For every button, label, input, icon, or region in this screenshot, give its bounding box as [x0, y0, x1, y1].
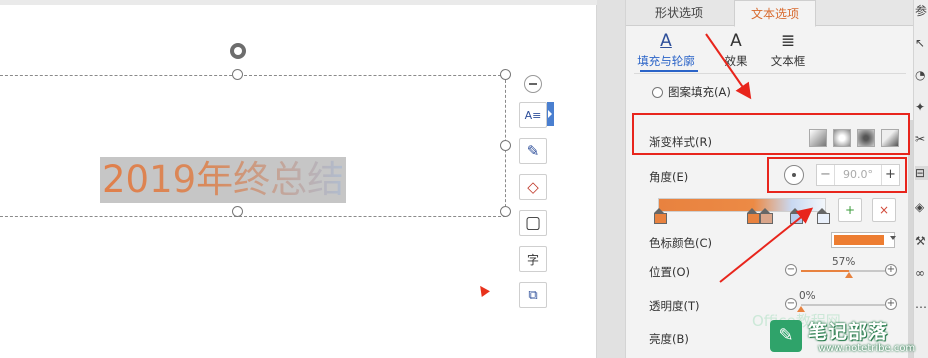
char-spacing-button[interactable]: 字: [519, 246, 547, 272]
animation-icon[interactable]: ✦: [915, 100, 928, 114]
pen-icon: ✎: [526, 142, 540, 160]
cube-icon[interactable]: ◈: [915, 200, 928, 214]
transparency-value: 0%: [799, 290, 816, 302]
fill-icon: ◇: [527, 178, 539, 196]
delete-gradient-stop-button[interactable]: ×: [872, 198, 896, 222]
watermark-site: www.notetribe.com: [818, 343, 916, 354]
text-fill-icon: A: [660, 31, 672, 51]
delete-stop-icon: ×: [878, 203, 890, 217]
transparency-label: 透明度(T): [649, 299, 700, 313]
shape-icon[interactable]: ◔: [915, 68, 928, 82]
transparency-slider-track[interactable]: [801, 304, 885, 306]
cut-icon[interactable]: ✂: [915, 132, 928, 146]
tab-shape-options[interactable]: 形状选项: [626, 0, 732, 26]
angle-label: 角度(E): [649, 170, 689, 184]
add-stop-icon: +: [844, 203, 856, 217]
gradient-stop[interactable]: [747, 208, 760, 224]
property-icon[interactable]: ⊟: [915, 166, 928, 180]
resize-handle-top[interactable]: [232, 69, 243, 80]
position-increase-button[interactable]: +: [885, 264, 897, 276]
subtab-textbox[interactable]: ≣ 文本框: [756, 30, 820, 70]
textbox-icon: ≣: [780, 31, 796, 51]
highlight-box-gradient-style: [632, 113, 910, 155]
resize-handle-right[interactable]: [500, 140, 511, 151]
fill-button[interactable]: ◇: [519, 174, 547, 200]
position-slider-thumb[interactable]: [844, 272, 853, 278]
gradient-stop-selected[interactable]: [790, 208, 803, 224]
slide-canvas: 2019年终总结 A≡ ✎ ◇ ▢ 字 ⧉: [0, 0, 597, 358]
rotate-handle[interactable]: [230, 43, 246, 59]
outline-icon: ▢: [524, 213, 542, 233]
transparency-increase-button[interactable]: +: [885, 298, 897, 310]
select-icon[interactable]: ↖: [915, 36, 928, 50]
collapse-toolbar-button[interactable]: [524, 75, 542, 93]
brightness-label: 亮度(B): [649, 332, 689, 346]
char-spacing-icon: 字: [526, 252, 539, 267]
subtab-textbox-label: 文本框: [770, 54, 806, 68]
position-slider-track[interactable]: [801, 270, 885, 272]
slide[interactable]: 2019年终总结 A≡ ✎ ◇ ▢ 字 ⧉: [0, 5, 597, 358]
divider: [634, 73, 906, 74]
arrange-button[interactable]: ⧉: [519, 282, 547, 308]
arrange-icon: ⧉: [528, 287, 538, 303]
watermark-logo-icon: ✎: [770, 320, 802, 352]
add-gradient-stop-button[interactable]: +: [838, 198, 862, 222]
watermark-name: 笔记部落: [808, 321, 889, 343]
gradient-stop[interactable]: [654, 208, 667, 224]
cursor-pointer-icon: [476, 283, 490, 297]
watermark: ✎ 笔记部落 www.notetribe.com: [766, 316, 928, 358]
resize-handle-bottom[interactable]: [232, 206, 243, 217]
expand-arrow-icon[interactable]: [547, 102, 554, 126]
canvas-scroll-gutter: [597, 0, 625, 358]
panel-tab-strip: 形状选项 文本选项: [626, 0, 914, 27]
gradient-stop[interactable]: [817, 208, 830, 224]
position-value: 57%: [832, 256, 856, 268]
subtab-fill-outline-label: 填充与轮廓: [637, 54, 695, 68]
pattern-fill-label: 图案填充(A): [668, 85, 731, 99]
subtab-fill-outline[interactable]: A 填充与轮廓: [634, 30, 698, 70]
text-style-button[interactable]: A≡: [519, 102, 547, 128]
rail-label[interactable]: 参: [915, 4, 928, 18]
text-style-icon: A≡: [524, 108, 542, 122]
tab-text-options[interactable]: 文本选项: [734, 0, 816, 27]
stop-color-label: 色标颜色(C): [649, 236, 713, 250]
position-decrease-button[interactable]: −: [785, 264, 797, 276]
pattern-fill-option[interactable]: 图案填充(A): [652, 84, 731, 100]
resize-handle-top-right[interactable]: [500, 69, 511, 80]
pattern-fill-radio[interactable]: [652, 86, 663, 98]
transparency-decrease-button[interactable]: −: [785, 298, 797, 310]
side-rail: 参 ↖ ◔ ✦ ✂ ⊟ ◈ ⚒ ∞ ⋯: [913, 0, 928, 358]
chevron-down-icon: [890, 236, 896, 240]
position-label: 位置(O): [649, 265, 691, 279]
stop-color-picker[interactable]: [831, 232, 896, 248]
stop-color-swatch: [834, 235, 884, 245]
outline-button[interactable]: ▢: [519, 210, 547, 236]
slide-title-text[interactable]: 2019年终总结: [100, 157, 347, 203]
resize-handle-bottom-right[interactable]: [500, 206, 511, 217]
gradient-stop[interactable]: [760, 208, 773, 224]
link-icon[interactable]: ∞: [915, 266, 928, 280]
active-subtab-indicator: [640, 70, 698, 72]
more-icon[interactable]: ⋯: [915, 300, 928, 314]
highlight-box-angle: [767, 157, 907, 193]
pen-button[interactable]: ✎: [519, 138, 547, 164]
tools-icon[interactable]: ⚒: [915, 234, 928, 248]
